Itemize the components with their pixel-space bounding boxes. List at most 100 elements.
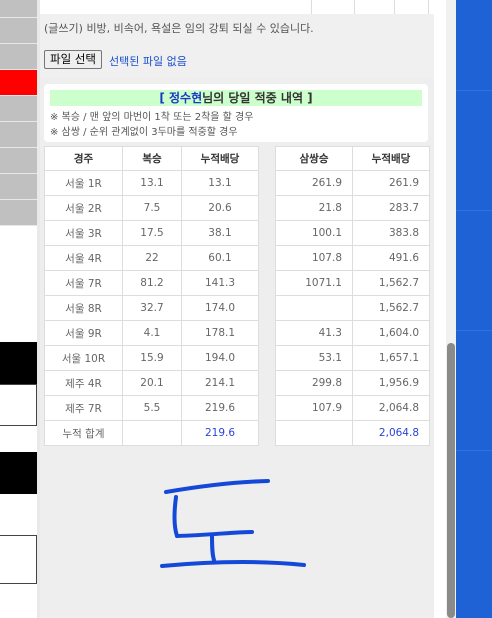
note-samssang: ※ 삼쌍 / 순위 관계없이 3두마를 적중할 경우 bbox=[50, 127, 238, 138]
handwritten-signature bbox=[160, 479, 306, 568]
file-select-button[interactable]: 파일 선택 bbox=[44, 50, 102, 69]
samssang-table: 삼쌍승 누적배당 261.9 261.9 21.8 283.7 100.1 383.8 10… bbox=[275, 146, 430, 446]
table-row: 서울 10R 15.9 194.0 bbox=[44, 345, 259, 371]
boksung-cell: 15.9 bbox=[122, 345, 182, 371]
samssang-cell: 261.9 bbox=[275, 170, 353, 196]
total-value: 219.6 bbox=[181, 420, 259, 446]
cumulative-cell: 1,604.0 bbox=[352, 320, 430, 346]
sidebar-tab[interactable] bbox=[0, 174, 37, 200]
total-empty bbox=[122, 420, 182, 446]
total-label: 누적 합계 bbox=[44, 420, 123, 446]
sidebar-banner[interactable] bbox=[0, 342, 37, 384]
cumulative-cell: 141.3 bbox=[181, 270, 259, 296]
scrollbar-thumb[interactable] bbox=[447, 343, 455, 618]
sidebar-tab[interactable] bbox=[0, 96, 37, 122]
samssang-cell: 100.1 bbox=[275, 220, 353, 246]
note-boksung: ※ 복승 / 맨 앞의 마번이 1착 또는 2착을 할 경우 bbox=[50, 112, 254, 123]
cumulative-cell: 1,562.7 bbox=[352, 295, 430, 321]
sidebar-banner[interactable] bbox=[0, 535, 37, 584]
table-row: 서울 3R 17.5 38.1 bbox=[44, 220, 259, 246]
table-row: 41.3 1,604.0 bbox=[275, 320, 430, 346]
boksung-cell: 32.7 bbox=[122, 295, 182, 321]
cumulative-cell: 383.8 bbox=[352, 220, 430, 246]
table-row: 서울 7R 81.2 141.3 bbox=[44, 270, 259, 296]
race-cell: 서울 3R bbox=[44, 220, 123, 246]
cumulative-cell: 214.1 bbox=[181, 370, 259, 396]
cumulative-cell: 491.6 bbox=[352, 245, 430, 271]
left-sidebar bbox=[0, 0, 37, 618]
cumulative-cell: 1,657.1 bbox=[352, 345, 430, 371]
title-text: 님의 당일 적중 내역 ] bbox=[202, 91, 313, 105]
cumulative-cell: 283.7 bbox=[352, 195, 430, 221]
table-row: 107.8 491.6 bbox=[275, 245, 430, 271]
race-cell: 제주 7R bbox=[44, 395, 123, 421]
cumulative-cell: 13.1 bbox=[181, 170, 259, 196]
table-row: 100.1 383.8 bbox=[275, 220, 430, 246]
samssang-cell: 1071.1 bbox=[275, 270, 353, 296]
previous-table-bottom bbox=[40, 0, 434, 14]
hit-summary-box: [ 정수현님의 당일 적중 내역 ] ※ 복승 / 맨 앞의 마번이 1착 또는… bbox=[44, 84, 428, 142]
header-cumulative: 누적배당 bbox=[352, 146, 430, 171]
cumulative-cell: 261.9 bbox=[352, 170, 430, 196]
boksung-cell: 7.5 bbox=[122, 195, 182, 221]
race-cell: 서울 7R bbox=[44, 270, 123, 296]
posting-notice: (글쓰기) 비방, 비속어, 욕설은 임의 강퇴 되실 수 있습니다. bbox=[44, 22, 314, 35]
boksung-cell: 5.5 bbox=[122, 395, 182, 421]
boksung-table: 경주 복승 누적배당 서울 1R 13.1 13.1 서울 2R 7.5 20.6 서울 3… bbox=[44, 146, 259, 446]
cumulative-cell: 60.1 bbox=[181, 245, 259, 271]
main-panel: (글쓰기) 비방, 비속어, 욕설은 임의 강퇴 되실 수 있습니다. 파일 선… bbox=[40, 0, 434, 618]
table-row: 53.1 1,657.1 bbox=[275, 345, 430, 371]
sidebar-tab[interactable] bbox=[0, 0, 37, 18]
sidebar-tab[interactable] bbox=[0, 148, 37, 174]
race-cell: 서울 9R bbox=[44, 320, 123, 346]
header-cumulative: 누적배당 bbox=[181, 146, 259, 171]
cumulative-cell: 38.1 bbox=[181, 220, 259, 246]
desktop-background bbox=[456, 0, 492, 618]
cumulative-cell: 219.6 bbox=[181, 395, 259, 421]
table-row: 서울 4R 22 60.1 bbox=[44, 245, 259, 271]
race-cell: 제주 4R bbox=[44, 370, 123, 396]
race-cell: 서울 2R bbox=[44, 195, 123, 221]
header-boksung: 복승 bbox=[122, 146, 182, 171]
sidebar-banner[interactable] bbox=[0, 384, 37, 426]
table-row: 261.9 261.9 bbox=[275, 170, 430, 196]
cumulative-cell: 194.0 bbox=[181, 345, 259, 371]
table-row: 서울 1R 13.1 13.1 bbox=[44, 170, 259, 196]
samssang-cell: 107.8 bbox=[275, 245, 353, 271]
boksung-cell: 17.5 bbox=[122, 220, 182, 246]
samssang-cell: 21.8 bbox=[275, 195, 353, 221]
summary-title: [ 정수현님의 당일 적중 내역 ] bbox=[50, 90, 422, 106]
cumulative-cell: 1,956.9 bbox=[352, 370, 430, 396]
table-row: 제주 4R 20.1 214.1 bbox=[44, 370, 259, 396]
user-name[interactable]: 정수현 bbox=[169, 91, 202, 105]
boksung-cell: 22 bbox=[122, 245, 182, 271]
vertical-scrollbar[interactable] bbox=[446, 0, 456, 618]
samssang-cell: 107.9 bbox=[275, 395, 353, 421]
race-cell: 서울 8R bbox=[44, 295, 123, 321]
boksung-cell: 13.1 bbox=[122, 170, 182, 196]
sidebar-tab[interactable] bbox=[0, 200, 37, 226]
table-row: 299.8 1,956.9 bbox=[275, 370, 430, 396]
table-row: 1071.1 1,562.7 bbox=[275, 270, 430, 296]
sidebar-tab[interactable] bbox=[0, 122, 37, 148]
table-row: 서울 2R 7.5 20.6 bbox=[44, 195, 259, 221]
table-row: 21.8 283.7 bbox=[275, 195, 430, 221]
table-row: 제주 7R 5.5 219.6 bbox=[44, 395, 259, 421]
sidebar-tab[interactable] bbox=[0, 18, 37, 44]
sidebar-tab[interactable] bbox=[0, 44, 37, 70]
race-cell: 서울 4R bbox=[44, 245, 123, 271]
table-row: 서울 9R 4.1 178.1 bbox=[44, 320, 259, 346]
cumulative-cell: 2,064.8 bbox=[352, 395, 430, 421]
boksung-cell: 20.1 bbox=[122, 370, 182, 396]
sidebar-tab-active[interactable] bbox=[0, 70, 37, 96]
total-value: 2,064.8 bbox=[352, 420, 430, 446]
cumulative-cell: 178.1 bbox=[181, 320, 259, 346]
table-header-row: 삼쌍승 누적배당 bbox=[275, 146, 430, 171]
samssang-cell: 299.8 bbox=[275, 370, 353, 396]
sidebar-banner[interactable] bbox=[0, 452, 37, 494]
table-row: 1,562.7 bbox=[275, 295, 430, 321]
race-cell: 서울 10R bbox=[44, 345, 123, 371]
cumulative-cell: 20.6 bbox=[181, 195, 259, 221]
header-race: 경주 bbox=[44, 146, 123, 171]
total-row: 2,064.8 bbox=[275, 420, 430, 446]
